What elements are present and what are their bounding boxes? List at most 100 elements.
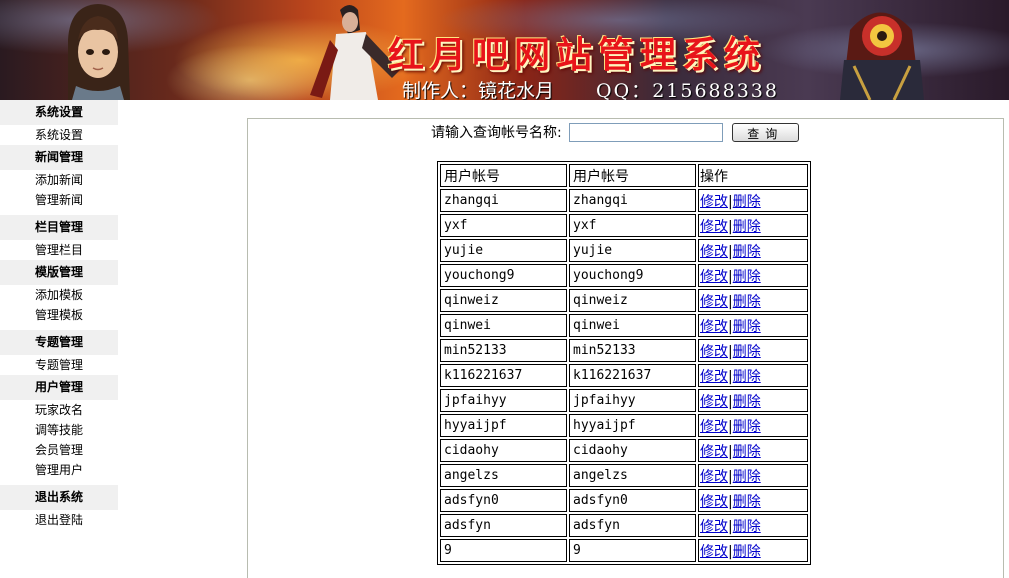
edit-link[interactable]: 修改 <box>700 319 728 335</box>
edit-link[interactable]: 修改 <box>700 344 728 360</box>
delete-link[interactable]: 删除 <box>733 294 761 310</box>
sidebar-item-system-settings[interactable]: 系统设置 <box>0 125 118 145</box>
column-header-account: 用户帐号 <box>440 164 567 187</box>
delete-link[interactable]: 删除 <box>733 269 761 285</box>
sidebar-nav: 系统设置 系统设置 新闻管理 添加新闻 管理新闻 栏目管理 管理栏目 模版管理 … <box>0 100 118 530</box>
table-row: jpfaihyy jpfaihyy 修改|删除 <box>440 389 808 412</box>
edit-link[interactable]: 修改 <box>700 269 728 285</box>
banner-maker-line: 制作人：镜花水月 QQ：215688338 <box>402 76 779 100</box>
delete-link[interactable]: 删除 <box>733 469 761 485</box>
sidebar-item-logout[interactable]: 退出登陆 <box>0 510 118 530</box>
cell-actions: 修改|删除 <box>698 439 808 462</box>
delete-link[interactable]: 删除 <box>733 519 761 535</box>
sidebar-header-user[interactable]: 用户管理 <box>0 375 118 400</box>
edit-link[interactable]: 修改 <box>700 394 728 410</box>
table-row: k116221637 k116221637 修改|删除 <box>440 364 808 387</box>
edit-link[interactable]: 修改 <box>700 444 728 460</box>
search-form: 请输入查询帐号名称: 查询 <box>431 121 799 143</box>
cell-account-2: adsfyn <box>569 514 696 537</box>
banner-title: 红月吧网站管理系统 <box>388 34 767 76</box>
banner-character-right-image <box>840 12 924 100</box>
sidebar-header-column[interactable]: 栏目管理 <box>0 215 118 240</box>
table-row: yujie yujie 修改|删除 <box>440 239 808 262</box>
sidebar-header-system[interactable]: 系统设置 <box>0 100 118 125</box>
cell-account-2: adsfyn0 <box>569 489 696 512</box>
edit-link[interactable]: 修改 <box>700 194 728 210</box>
sidebar-header-template[interactable]: 模版管理 <box>0 260 118 285</box>
delete-link[interactable]: 删除 <box>733 369 761 385</box>
cell-account-2: yxf <box>569 214 696 237</box>
cell-account-2: yujie <box>569 239 696 262</box>
delete-link[interactable]: 删除 <box>733 544 761 560</box>
cell-actions: 修改|删除 <box>698 514 808 537</box>
edit-link[interactable]: 修改 <box>700 494 728 510</box>
cell-account: jpfaihyy <box>440 389 567 412</box>
cell-account: qinweiz <box>440 289 567 312</box>
sidebar-group-column: 栏目管理 管理栏目 <box>0 215 118 260</box>
sidebar-item-topic-manage[interactable]: 专题管理 <box>0 355 118 375</box>
edit-link[interactable]: 修改 <box>700 219 728 235</box>
qq-number: 215688338 <box>652 80 779 100</box>
sidebar-item-manage-news[interactable]: 管理新闻 <box>0 190 118 210</box>
search-button[interactable]: 查询 <box>731 122 799 142</box>
sidebar-header-news[interactable]: 新闻管理 <box>0 145 118 170</box>
delete-link[interactable]: 删除 <box>733 344 761 360</box>
edit-link[interactable]: 修改 <box>700 294 728 310</box>
maker-name: 镜花水月 <box>478 80 555 100</box>
sidebar-group-exit: 退出系统 退出登陆 <box>0 485 118 530</box>
cell-actions: 修改|删除 <box>698 489 808 512</box>
sidebar-group-news: 新闻管理 添加新闻 管理新闻 <box>0 145 118 215</box>
cell-account-2: cidaohy <box>569 439 696 462</box>
sidebar-group-system: 系统设置 系统设置 <box>0 100 118 145</box>
sidebar-header-exit[interactable]: 退出系统 <box>0 485 118 510</box>
cell-actions: 修改|删除 <box>698 339 808 362</box>
cell-actions: 修改|删除 <box>698 414 808 437</box>
sidebar-item-manage-users[interactable]: 管理用户 <box>0 460 118 480</box>
table-row: adsfyn adsfyn 修改|删除 <box>440 514 808 537</box>
sidebar-group-user: 用户管理 玩家改名 调等技能 会员管理 管理用户 <box>0 375 118 485</box>
delete-link[interactable]: 删除 <box>733 319 761 335</box>
sidebar-header-topic[interactable]: 专题管理 <box>0 330 118 355</box>
delete-link[interactable]: 删除 <box>733 244 761 260</box>
sidebar-item-add-news[interactable]: 添加新闻 <box>0 170 118 190</box>
delete-link[interactable]: 删除 <box>733 419 761 435</box>
table-row: adsfyn0 adsfyn0 修改|删除 <box>440 489 808 512</box>
cell-account-2: min52133 <box>569 339 696 362</box>
cell-account: angelzs <box>440 464 567 487</box>
edit-link[interactable]: 修改 <box>700 519 728 535</box>
cell-actions: 修改|删除 <box>698 189 808 212</box>
maker-label: 制作人： <box>402 80 479 100</box>
delete-link[interactable]: 删除 <box>733 219 761 235</box>
table-header-row: 用户帐号 用户帐号 操作 <box>440 164 808 187</box>
table-row: angelzs angelzs 修改|删除 <box>440 464 808 487</box>
delete-link[interactable]: 删除 <box>733 444 761 460</box>
cell-account: yxf <box>440 214 567 237</box>
edit-link[interactable]: 修改 <box>700 244 728 260</box>
cell-account: zhangqi <box>440 189 567 212</box>
edit-link[interactable]: 修改 <box>700 469 728 485</box>
cell-actions: 修改|删除 <box>698 314 808 337</box>
cell-account-2: hyyaijpf <box>569 414 696 437</box>
delete-link[interactable]: 删除 <box>733 194 761 210</box>
delete-link[interactable]: 删除 <box>733 494 761 510</box>
column-header-actions: 操作 <box>698 164 808 187</box>
search-input[interactable] <box>568 122 723 142</box>
table-row: qinwei qinwei 修改|删除 <box>440 314 808 337</box>
edit-link[interactable]: 修改 <box>700 369 728 385</box>
cell-account: yujie <box>440 239 567 262</box>
edit-link[interactable]: 修改 <box>700 544 728 560</box>
delete-link[interactable]: 删除 <box>733 394 761 410</box>
sidebar-item-manage-template[interactable]: 管理模板 <box>0 305 118 325</box>
search-label: 请输入查询帐号名称: <box>431 125 562 141</box>
cell-actions: 修改|删除 <box>698 264 808 287</box>
sidebar-item-manage-column[interactable]: 管理栏目 <box>0 240 118 260</box>
cell-account: youchong9 <box>440 264 567 287</box>
sidebar-item-member-manage[interactable]: 会员管理 <box>0 440 118 460</box>
sidebar-item-rename-player[interactable]: 玩家改名 <box>0 400 118 420</box>
cell-actions: 修改|删除 <box>698 214 808 237</box>
sidebar-item-add-template[interactable]: 添加模板 <box>0 285 118 305</box>
cell-account-2: youchong9 <box>569 264 696 287</box>
cell-account-2: k116221637 <box>569 364 696 387</box>
edit-link[interactable]: 修改 <box>700 419 728 435</box>
sidebar-item-adjust-skills[interactable]: 调等技能 <box>0 420 118 440</box>
